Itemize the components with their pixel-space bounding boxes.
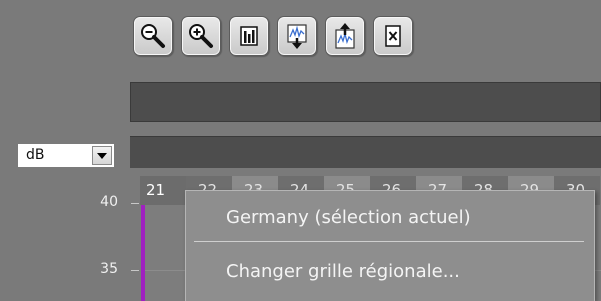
zoom-in-icon xyxy=(189,24,213,48)
close-box-icon xyxy=(385,25,401,47)
bar-chart-icon xyxy=(240,26,258,46)
clear-button[interactable] xyxy=(373,16,413,56)
channel-header-bar xyxy=(130,136,601,168)
unit-select-value: dB xyxy=(26,147,45,163)
info-bar xyxy=(130,82,601,122)
zoom-out-icon xyxy=(141,24,165,48)
channel-marker xyxy=(141,204,145,301)
y-tick-label: 35 xyxy=(100,261,118,277)
export-button[interactable] xyxy=(325,16,365,56)
menu-item-current-region[interactable]: Germany (sélection actuel) xyxy=(186,198,594,238)
zoom-in-button[interactable] xyxy=(181,16,221,56)
import-graph-icon xyxy=(287,24,307,49)
unit-select-button[interactable] xyxy=(92,146,112,165)
toolbar xyxy=(133,16,413,70)
y-tick-mark xyxy=(131,270,139,271)
channel-label[interactable]: 21 xyxy=(140,176,186,205)
y-tick-mark xyxy=(131,203,139,204)
chevron-down-icon xyxy=(97,152,107,159)
context-menu: Germany (sélection actuel) Changer grill… xyxy=(185,190,595,301)
menu-item-change-region-grid[interactable]: Changer grille régionale... xyxy=(186,252,594,292)
unit-select[interactable]: dB xyxy=(17,143,115,168)
y-tick-label: 40 xyxy=(100,194,118,210)
bar-chart-button[interactable] xyxy=(229,16,269,56)
menu-separator xyxy=(194,241,584,242)
import-button[interactable] xyxy=(277,16,317,56)
export-graph-icon xyxy=(335,23,355,49)
zoom-out-button[interactable] xyxy=(133,16,173,56)
